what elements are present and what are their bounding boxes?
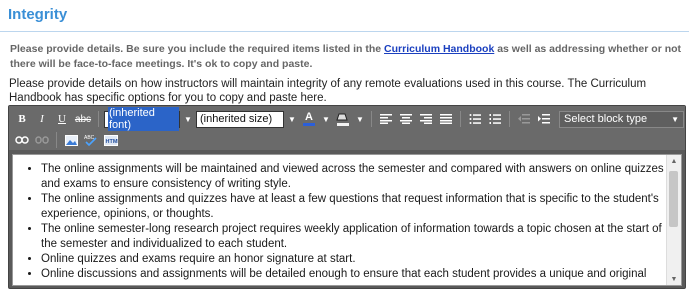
scrollbar-thumb[interactable] [669,171,678,227]
block-type-select[interactable]: Select block type ▼ [559,110,684,128]
bullet-list-icon[interactable] [466,110,484,128]
font-family-value: (inherited font) [108,107,179,131]
toolbar-row-1: B I U abc (inherited font) ▼ (inherited … [13,107,684,131]
link-icon[interactable] [13,131,31,149]
chevron-down-icon[interactable]: ▼ [354,111,366,128]
editor-content-area[interactable]: The online assignments will be maintaine… [12,154,682,286]
section-divider [0,31,689,32]
text-color-swatch [303,123,315,126]
bold-button[interactable]: B [13,110,31,128]
toolbar-separator [56,132,57,148]
outdent-icon[interactable] [515,110,533,128]
chevron-down-icon[interactable]: ▼ [320,111,332,128]
text-color-button[interactable]: A [300,110,318,128]
block-type-value: Select block type [564,113,648,125]
editor-toolbar: B I U abc (inherited font) ▼ (inherited … [9,106,685,150]
highlight-color-swatch [337,123,349,126]
underline-button[interactable]: U [53,110,71,128]
curriculum-handbook-link[interactable]: Curriculum Handbook [384,43,494,55]
align-left-icon[interactable] [377,110,395,128]
toolbar-separator [98,111,99,127]
chevron-down-icon: ▼ [671,114,679,124]
image-icon[interactable] [62,131,80,149]
align-center-icon[interactable] [397,110,415,128]
chevron-down-icon[interactable]: ▼ [182,111,194,128]
vertical-scrollbar[interactable]: ▲ ▼ [666,155,681,285]
align-right-icon[interactable] [417,110,435,128]
font-family-select[interactable]: (inherited font) [104,107,180,131]
svg-text:HTML: HTML [106,139,119,145]
list-item: Online quizzes and exams require an hono… [41,252,667,267]
spellcheck-icon[interactable]: ABC [82,131,100,149]
list-item: The online semester-long research projec… [41,222,667,252]
html-source-icon[interactable]: HTML [102,131,120,149]
chevron-down-icon[interactable]: ▼ [286,111,298,128]
highlight-color-button[interactable] [334,110,352,128]
highlight-bucket-icon [336,113,348,121]
scroll-down-icon[interactable]: ▼ [667,273,681,285]
guidance-text-start: Please provide details. Be sure you incl… [10,43,385,55]
toolbar-row-2: ABC HTML [13,130,120,150]
strikethrough-button[interactable]: abc [73,110,93,128]
list-item: Online discussions and assignments will … [41,267,667,282]
toolbar-separator [460,111,461,127]
unlink-icon[interactable] [33,131,51,149]
text-color-icon: A [305,111,313,123]
toolbar-separator [509,111,510,127]
question-prompt: Please provide details on how instructor… [9,78,647,104]
response-bullet-list: The online assignments will be maintaine… [13,155,681,282]
section-title: Integrity [8,6,68,23]
rich-text-editor: B I U abc (inherited font) ▼ (inherited … [8,105,686,289]
align-justify-icon[interactable] [437,110,455,128]
list-item: The online assignments and quizzes have … [41,192,667,222]
italic-button[interactable]: I [33,110,51,128]
indent-icon[interactable] [535,110,553,128]
list-item: The online assignments will be maintaine… [41,162,667,192]
guidance-text: Please provide details. Be sure you incl… [10,42,682,72]
scroll-up-icon[interactable]: ▲ [667,155,681,167]
font-size-select[interactable]: (inherited size) [196,110,284,128]
toolbar-separator [371,111,372,127]
numbered-list-icon[interactable] [486,110,504,128]
